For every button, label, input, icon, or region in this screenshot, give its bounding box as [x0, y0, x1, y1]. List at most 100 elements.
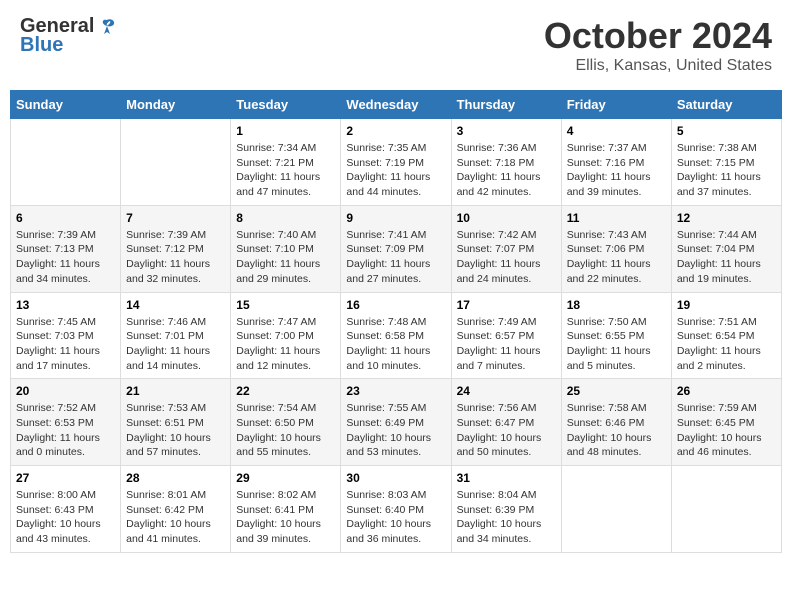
day-number: 25 — [567, 384, 666, 398]
day-number: 4 — [567, 124, 666, 138]
calendar-cell: 9Sunrise: 7:41 AM Sunset: 7:09 PM Daylig… — [341, 205, 451, 292]
day-number: 18 — [567, 298, 666, 312]
day-number: 31 — [457, 471, 556, 485]
week-row-4: 20 Sunrise: 7:52 AM Sunset: 6:53 PM Dayli… — [11, 379, 782, 466]
calendar-cell: 11 Sunrise: 7:43 AM Sunset: 7:06 PM Dayli… — [561, 205, 671, 292]
day-info: Sunrise: 7:59 AM Sunset: 6:45 PM Dayligh… — [677, 401, 776, 460]
day-info: Sunrise: 7:37 AM Sunset: 7:16 PM Dayligh… — [567, 141, 666, 200]
day-number: 15 — [236, 298, 335, 312]
calendar-cell: 25 Sunrise: 7:58 AM Sunset: 6:46 PM Dayli… — [561, 379, 671, 466]
week-row-2: 6 Sunrise: 7:39 AM Sunset: 7:13 PM Daylig… — [11, 205, 782, 292]
header-day-sunday: Sunday — [11, 91, 121, 119]
calendar-cell: 6 Sunrise: 7:39 AM Sunset: 7:13 PM Daylig… — [11, 205, 121, 292]
calendar-cell: 1 Sunrise: 7:34 AM Sunset: 7:21 PM Daylig… — [231, 119, 341, 206]
day-number: 7 — [126, 211, 225, 225]
day-number: 20 — [16, 384, 115, 398]
header-day-tuesday: Tuesday — [231, 91, 341, 119]
calendar-body: 1 Sunrise: 7:34 AM Sunset: 7:21 PM Daylig… — [11, 119, 782, 553]
day-info: Sunrise: 8:00 AM Sunset: 6:43 PM Dayligh… — [16, 488, 115, 547]
day-info: Sunrise: 8:02 AM Sunset: 6:41 PM Dayligh… — [236, 488, 335, 547]
calendar-cell: 16 Sunrise: 7:48 AM Sunset: 6:58 PM Dayli… — [341, 292, 451, 379]
logo-blue-text: Blue — [20, 34, 63, 57]
page-header: General Blue October 2024 Ellis, Kansas,… — [10, 10, 782, 80]
day-info: Sunrise: 7:41 AM Sunset: 7:09 PM Dayligh… — [346, 228, 445, 287]
calendar-cell: 15Sunrise: 7:47 AM Sunset: 7:00 PM Dayli… — [231, 292, 341, 379]
logo: General Blue — [20, 15, 118, 57]
day-info: Sunrise: 7:53 AM Sunset: 6:51 PM Dayligh… — [126, 401, 225, 460]
day-info: Sunrise: 7:50 AM Sunset: 6:55 PM Dayligh… — [567, 315, 666, 374]
calendar-cell: 27 Sunrise: 8:00 AM Sunset: 6:43 PM Dayli… — [11, 466, 121, 553]
calendar-cell: 14 Sunrise: 7:46 AM Sunset: 7:01 PM Dayli… — [121, 292, 231, 379]
day-number: 11 — [567, 211, 666, 225]
calendar-cell: 3Sunrise: 7:36 AM Sunset: 7:18 PM Daylig… — [451, 119, 561, 206]
calendar-cell — [671, 466, 781, 553]
day-number: 27 — [16, 471, 115, 485]
calendar-cell: 2 Sunrise: 7:35 AM Sunset: 7:19 PM Daylig… — [341, 119, 451, 206]
calendar-cell: 8Sunrise: 7:40 AM Sunset: 7:10 PM Daylig… — [231, 205, 341, 292]
calendar-cell: 26 Sunrise: 7:59 AM Sunset: 6:45 PM Dayli… — [671, 379, 781, 466]
day-info: Sunrise: 7:34 AM Sunset: 7:21 PM Dayligh… — [236, 141, 335, 200]
day-info: Sunrise: 7:55 AM Sunset: 6:49 PM Dayligh… — [346, 401, 445, 460]
day-info: Sunrise: 7:45 AM Sunset: 7:03 PM Dayligh… — [16, 315, 115, 374]
day-number: 5 — [677, 124, 776, 138]
day-info: Sunrise: 7:48 AM Sunset: 6:58 PM Dayligh… — [346, 315, 445, 374]
week-row-1: 1 Sunrise: 7:34 AM Sunset: 7:21 PM Daylig… — [11, 119, 782, 206]
day-number: 28 — [126, 471, 225, 485]
calendar-cell: 23 Sunrise: 7:55 AM Sunset: 6:49 PM Dayli… — [341, 379, 451, 466]
calendar-cell: 29Sunrise: 8:02 AM Sunset: 6:41 PM Dayli… — [231, 466, 341, 553]
calendar-cell: 13Sunrise: 7:45 AM Sunset: 7:03 PM Dayli… — [11, 292, 121, 379]
month-title: October 2024 — [544, 15, 772, 57]
day-number: 21 — [126, 384, 225, 398]
calendar-cell: 18 Sunrise: 7:50 AM Sunset: 6:55 PM Dayli… — [561, 292, 671, 379]
calendar-cell — [121, 119, 231, 206]
header-day-thursday: Thursday — [451, 91, 561, 119]
day-number: 22 — [236, 384, 335, 398]
calendar-cell: 24 Sunrise: 7:56 AM Sunset: 6:47 PM Dayli… — [451, 379, 561, 466]
day-info: Sunrise: 7:38 AM Sunset: 7:15 PM Dayligh… — [677, 141, 776, 200]
calendar-cell: 10 Sunrise: 7:42 AM Sunset: 7:07 PM Dayli… — [451, 205, 561, 292]
calendar-header: SundayMondayTuesdayWednesdayThursdayFrid… — [11, 91, 782, 119]
day-info: Sunrise: 7:40 AM Sunset: 7:10 PM Dayligh… — [236, 228, 335, 287]
calendar-cell: 28 Sunrise: 8:01 AM Sunset: 6:42 PM Dayli… — [121, 466, 231, 553]
day-number: 30 — [346, 471, 445, 485]
calendar-cell: 21 Sunrise: 7:53 AM Sunset: 6:51 PM Dayli… — [121, 379, 231, 466]
day-number: 24 — [457, 384, 556, 398]
day-info: Sunrise: 7:43 AM Sunset: 7:06 PM Dayligh… — [567, 228, 666, 287]
day-number: 16 — [346, 298, 445, 312]
day-number: 19 — [677, 298, 776, 312]
calendar-cell: 20 Sunrise: 7:52 AM Sunset: 6:53 PM Dayli… — [11, 379, 121, 466]
day-number: 3 — [457, 124, 556, 138]
day-number: 2 — [346, 124, 445, 138]
calendar-cell: 5 Sunrise: 7:38 AM Sunset: 7:15 PM Daylig… — [671, 119, 781, 206]
day-number: 6 — [16, 211, 115, 225]
day-info: Sunrise: 7:58 AM Sunset: 6:46 PM Dayligh… — [567, 401, 666, 460]
calendar-cell: 17Sunrise: 7:49 AM Sunset: 6:57 PM Dayli… — [451, 292, 561, 379]
calendar-table: SundayMondayTuesdayWednesdayThursdayFrid… — [10, 90, 782, 553]
day-number: 12 — [677, 211, 776, 225]
day-info: Sunrise: 7:44 AM Sunset: 7:04 PM Dayligh… — [677, 228, 776, 287]
calendar-cell: 12 Sunrise: 7:44 AM Sunset: 7:04 PM Dayli… — [671, 205, 781, 292]
calendar-cell: 22 Sunrise: 7:54 AM Sunset: 6:50 PM Dayli… — [231, 379, 341, 466]
day-number: 26 — [677, 384, 776, 398]
calendar-cell — [11, 119, 121, 206]
day-info: Sunrise: 7:54 AM Sunset: 6:50 PM Dayligh… — [236, 401, 335, 460]
header-row: SundayMondayTuesdayWednesdayThursdayFrid… — [11, 91, 782, 119]
day-number: 23 — [346, 384, 445, 398]
day-info: Sunrise: 7:51 AM Sunset: 6:54 PM Dayligh… — [677, 315, 776, 374]
day-info: Sunrise: 7:39 AM Sunset: 7:12 PM Dayligh… — [126, 228, 225, 287]
day-info: Sunrise: 7:35 AM Sunset: 7:19 PM Dayligh… — [346, 141, 445, 200]
day-info: Sunrise: 7:52 AM Sunset: 6:53 PM Dayligh… — [16, 401, 115, 460]
day-info: Sunrise: 8:04 AM Sunset: 6:39 PM Dayligh… — [457, 488, 556, 547]
day-info: Sunrise: 7:42 AM Sunset: 7:07 PM Dayligh… — [457, 228, 556, 287]
week-row-3: 13Sunrise: 7:45 AM Sunset: 7:03 PM Dayli… — [11, 292, 782, 379]
calendar-cell: 31 Sunrise: 8:04 AM Sunset: 6:39 PM Dayli… — [451, 466, 561, 553]
header-day-monday: Monday — [121, 91, 231, 119]
day-info: Sunrise: 7:39 AM Sunset: 7:13 PM Dayligh… — [16, 228, 115, 287]
day-number: 10 — [457, 211, 556, 225]
day-number: 1 — [236, 124, 335, 138]
day-info: Sunrise: 7:56 AM Sunset: 6:47 PM Dayligh… — [457, 401, 556, 460]
day-info: Sunrise: 8:01 AM Sunset: 6:42 PM Dayligh… — [126, 488, 225, 547]
day-info: Sunrise: 7:46 AM Sunset: 7:01 PM Dayligh… — [126, 315, 225, 374]
day-number: 14 — [126, 298, 225, 312]
day-info: Sunrise: 7:49 AM Sunset: 6:57 PM Dayligh… — [457, 315, 556, 374]
